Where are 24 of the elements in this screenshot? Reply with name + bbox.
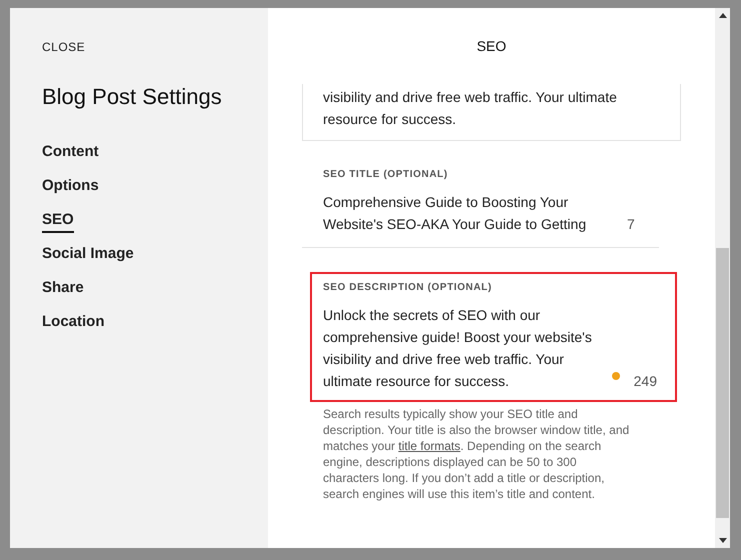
help-text: Search results typically show your SEO title and description. Your title is also the browser window title, and matches your title formats. Depending on the search engine, descriptions displayed can be 50 to 300 characters long. If you don’t add a title or description, search engines will use this item’s title and content. bbox=[323, 406, 630, 502]
highlighted-field[interactable]: SEO DESCRIPTION (OPTIONAL) Unlock the secrets of SEO with our comprehensive guide! Boost your website's visibility and drive free web traffic. Your ultimate resource for success. 249 bbox=[310, 272, 677, 402]
sidebar-item[interactable]: Social Image bbox=[42, 242, 134, 267]
sidebar-item[interactable]: Location bbox=[42, 310, 104, 335]
scrollbar[interactable] bbox=[715, 8, 730, 548]
scroll-up-icon[interactable] bbox=[718, 13, 726, 18]
scroll-down-icon[interactable] bbox=[718, 538, 726, 543]
sidebar-item[interactable]: Options bbox=[42, 174, 99, 199]
sidebar-item[interactable]: Share bbox=[42, 276, 84, 301]
title-formats-link[interactable]: title formats bbox=[398, 439, 460, 453]
close-link[interactable]: CLOSE bbox=[42, 40, 86, 54]
character-count: 249 bbox=[634, 372, 657, 391]
text-field[interactable]: SEO TITLE (OPTIONAL) Comprehensive Guide to Boosting Your Website's SEO-AKA Your Guide to Getting 7 bbox=[302, 169, 659, 248]
dialog-title: Blog Post Settings bbox=[42, 84, 222, 110]
field-value: Unlock the secrets of SEO with our comprehensive guide! Boost your website's visibility and drive free web traffic. Your ultimate resource for success. bbox=[323, 306, 593, 391]
panel-title: SEO bbox=[476, 37, 508, 50]
sidebar-item[interactable]: SEO bbox=[42, 208, 74, 233]
scroll-thumb[interactable] bbox=[716, 248, 729, 518]
field-label: SEO DESCRIPTION (OPTIONAL) bbox=[323, 282, 493, 293]
character-count: 7 bbox=[627, 215, 635, 234]
field-value: Comprehensive Guide to Boosting Your Website's SEO-AKA Your Guide to Getting bbox=[323, 193, 588, 234]
excerpt-field[interactable]: visibility and drive free web traffic. Your ultimate resource for success. bbox=[302, 84, 681, 141]
sidebar-item[interactable]: Content bbox=[42, 140, 99, 165]
field-label: SEO TITLE (OPTIONAL) bbox=[323, 169, 449, 180]
